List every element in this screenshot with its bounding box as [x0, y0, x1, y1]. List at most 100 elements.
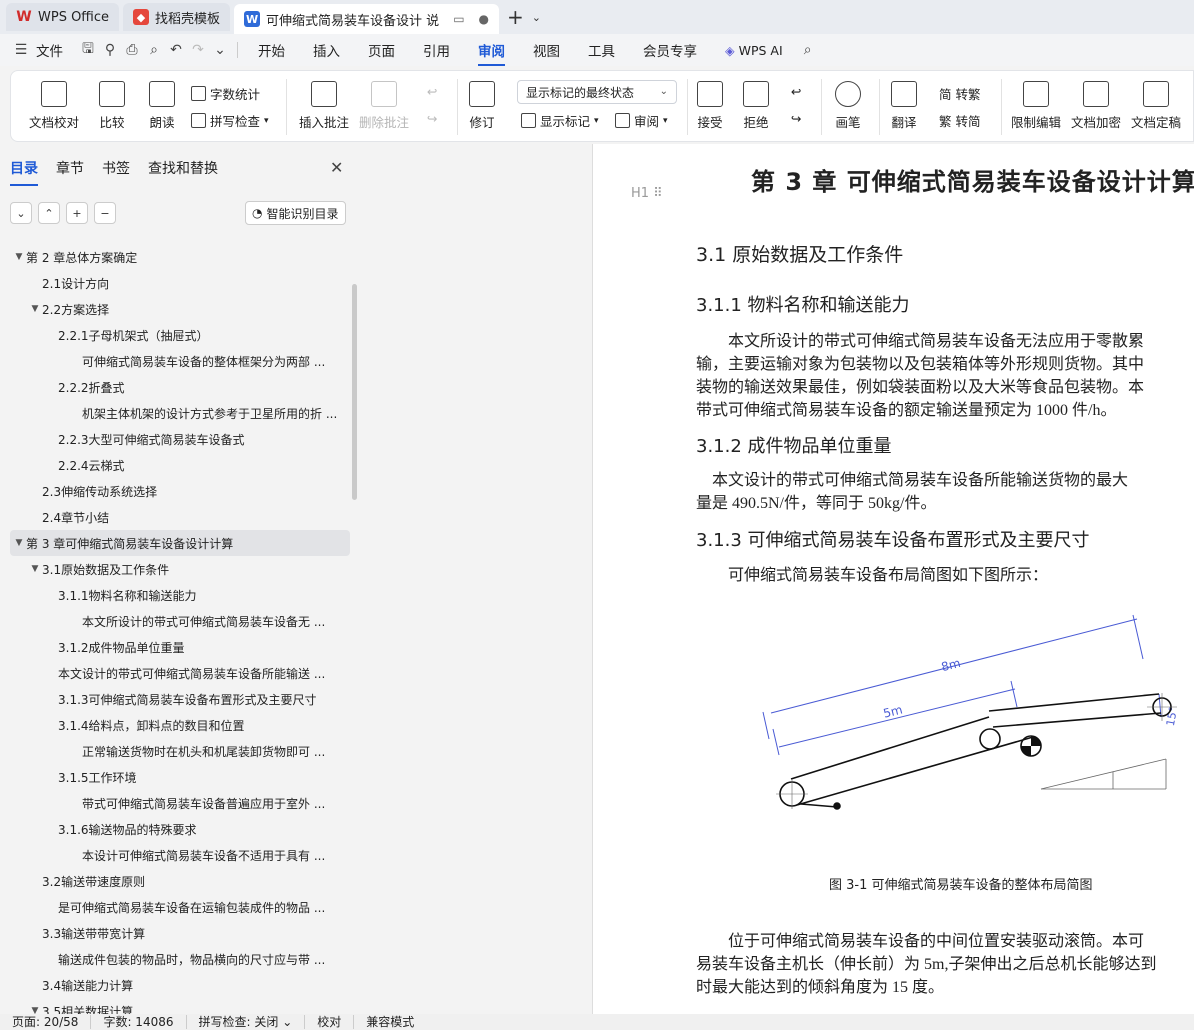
document-page[interactable]: 第 3 章 可伸缩式简易装车设备设计计算 H1 ⠿ 3.1 原始数据及工作条件 …	[592, 144, 1194, 1014]
undo-icon[interactable]: ↶	[165, 42, 187, 58]
menu-home[interactable]: 开始	[244, 40, 299, 60]
accept-button[interactable]: 接受	[697, 81, 723, 131]
menu-tools[interactable]: 工具	[574, 40, 629, 60]
word-count-button[interactable]: 字数统计	[191, 84, 260, 103]
toc-item[interactable]: 2.3伸缩传动系统选择	[10, 478, 350, 504]
print-icon[interactable]: ⎙	[121, 42, 143, 58]
revise-button[interactable]: 修订	[469, 81, 495, 131]
next-change-icon[interactable]: ↪	[791, 111, 801, 126]
toc-item[interactable]: 3.4输送能力计算	[10, 972, 350, 998]
tab-document[interactable]: W 可伸缩式简易装车设备设计 说 ▭ ●	[234, 4, 500, 34]
expand-icon[interactable]: ⌃	[38, 202, 60, 224]
toc-item[interactable]: ▼ 第 2 章总体方案确定	[10, 244, 350, 270]
expand-arrow-icon[interactable]: ▼	[12, 538, 26, 548]
compare-button[interactable]: 比较	[99, 81, 125, 131]
prev-comment-icon[interactable]: ↩	[427, 84, 437, 99]
monitor-icon[interactable]: ▭	[453, 12, 464, 26]
toc-item[interactable]: ▼ 2.2方案选择	[10, 296, 350, 322]
toc-item[interactable]: 3.1.2成件物品单位重量	[10, 634, 350, 660]
expand-arrow-icon[interactable]: ▼	[28, 304, 42, 314]
menu-file[interactable]: 文件	[32, 40, 77, 60]
toc-item[interactable]: 2.2.2折叠式	[10, 374, 350, 400]
status-spell-check[interactable]: 拼写检查: 关闭 ⌄	[187, 1015, 306, 1029]
chevron-down-icon[interactable]: ⌄	[532, 11, 541, 24]
toc-item[interactable]: 输送成件包装的物品时，物品横向的尺寸应与带 ...	[10, 946, 350, 972]
save-icon[interactable]: 🖫	[77, 38, 99, 62]
close-icon[interactable]: ✕	[330, 158, 343, 177]
reject-button[interactable]: 拒绝	[743, 81, 769, 131]
toc-item[interactable]: 可伸缩式简易装车设备的整体框架分为两部 ...	[10, 348, 350, 374]
status-word-count[interactable]: 字数: 14086	[91, 1015, 187, 1029]
insert-comment-button[interactable]: 插入批注	[299, 81, 349, 131]
status-page[interactable]: 页面: 20/58	[0, 1015, 92, 1029]
print-preview-icon[interactable]: ⌕	[143, 42, 165, 58]
toc-item[interactable]: 3.2输送带速度原则	[10, 868, 350, 894]
tab-toc[interactable]: 目录	[10, 158, 38, 186]
tab-modified-dot-icon[interactable]: ●	[479, 12, 489, 26]
show-marks-button[interactable]: 显示标记 ▾	[521, 111, 599, 130]
to-simplified-button[interactable]: 繁 转简	[939, 111, 980, 130]
menu-page[interactable]: 页面	[354, 40, 409, 60]
doc-check-button[interactable]: 文档校对	[29, 81, 79, 131]
toc-item[interactable]: 3.3输送带带宽计算	[10, 920, 350, 946]
menu-insert[interactable]: 插入	[299, 40, 354, 60]
wps-ai-button[interactable]: ◈ WPS AI	[711, 43, 797, 58]
toc-item[interactable]: 2.1设计方向	[10, 270, 350, 296]
tab-find-replace[interactable]: 查找和替换	[148, 158, 218, 178]
tab-bookmarks[interactable]: 书签	[102, 158, 130, 178]
new-tab-icon[interactable]: +	[503, 5, 528, 29]
toc-item[interactable]: 本设计可伸缩式简易装车设备不适用于具有 ...	[10, 842, 350, 868]
read-aloud-button[interactable]: 朗读	[149, 81, 175, 131]
to-traditional-button[interactable]: 简 转繁	[939, 84, 980, 103]
share-icon[interactable]: ⚲	[99, 42, 121, 58]
menu-member[interactable]: 会员专享	[629, 40, 711, 60]
encrypt-button[interactable]: 文档加密	[1071, 81, 1121, 131]
heading-level-marker[interactable]: H1 ⠿	[631, 186, 663, 201]
expand-arrow-icon[interactable]: ▼	[28, 564, 42, 574]
prev-change-icon[interactable]: ↩	[791, 84, 801, 99]
delete-comment-button[interactable]: 删除批注	[359, 81, 409, 131]
toc-item[interactable]: 正常输送货物时在机头和机尾装卸货物即可 ...	[10, 738, 350, 764]
search-icon[interactable]: ⌕	[797, 42, 819, 58]
toc-item[interactable]: 3.1.6输送物品的特殊要求	[10, 816, 350, 842]
status-proof[interactable]: 校对	[305, 1015, 355, 1029]
toc-item[interactable]: ▼ 3.1原始数据及工作条件	[10, 556, 350, 582]
finalize-button[interactable]: 文档定稿	[1131, 81, 1181, 131]
toc-item[interactable]: 本文所设计的带式可伸缩式简易装车设备无 ...	[10, 608, 350, 634]
toc-item[interactable]: 2.2.3大型可伸缩式简易装车设备式	[10, 426, 350, 452]
menu-review[interactable]: 审阅	[464, 40, 519, 66]
toc-item[interactable]: 带式可伸缩式简易装车设备普遍应用于室外 ...	[10, 790, 350, 816]
toc-item[interactable]: 是可伸缩式简易装车设备在运输包装成件的物品 ...	[10, 894, 350, 920]
toc-item[interactable]: 3.1.4给料点，卸料点的数目和位置	[10, 712, 350, 738]
more-chevron-icon[interactable]: ⌄	[209, 42, 231, 58]
toc-item[interactable]: ▼ 第 3 章可伸缩式简易装车设备设计计算	[10, 530, 350, 556]
tab-sections[interactable]: 章节	[56, 158, 84, 178]
add-heading-icon[interactable]: +	[66, 202, 88, 224]
remove-heading-icon[interactable]: −	[94, 202, 116, 224]
toc-item[interactable]: 2.2.4云梯式	[10, 452, 350, 478]
hamburger-icon[interactable]: ☰	[10, 42, 32, 58]
next-comment-icon[interactable]: ↪	[427, 111, 437, 126]
menu-reference[interactable]: 引用	[409, 40, 464, 60]
tab-template[interactable]: ◆ 找稻壳模板	[123, 3, 231, 31]
tab-wps-office[interactable]: W WPS Office	[6, 3, 120, 31]
expand-arrow-icon[interactable]: ▼	[12, 252, 26, 262]
smart-toc-button[interactable]: ◔ 智能识别目录	[245, 201, 346, 225]
toc-item[interactable]: 2.4章节小结	[10, 504, 350, 530]
collapse-icon[interactable]: ⌄	[10, 202, 32, 224]
toc-item[interactable]: 2.2.1子母机架式（抽屉式）	[10, 322, 350, 348]
translate-button[interactable]: 翻译	[891, 81, 917, 131]
display-mode-select[interactable]: 显示标记的最终状态 ⌄	[517, 80, 677, 104]
toc-item[interactable]: 本文设计的带式可伸缩式简易装车设备所能输送 ...	[10, 660, 350, 686]
pane-scrollbar[interactable]	[352, 284, 357, 500]
toc-item[interactable]: 3.1.3可伸缩式简易装车设备布置形式及主要尺寸	[10, 686, 350, 712]
review-pane-button[interactable]: 审阅 ▾	[615, 111, 668, 130]
toc-item[interactable]: 3.1.1物料名称和输送能力	[10, 582, 350, 608]
toc-item[interactable]: 机架主体机架的设计方式参考于卫星所用的折 ...	[10, 400, 350, 426]
redo-icon[interactable]: ↷	[187, 42, 209, 58]
pen-button[interactable]: 画笔	[835, 81, 861, 131]
menu-view[interactable]: 视图	[519, 40, 574, 60]
toc-item[interactable]: 3.1.5工作环境	[10, 764, 350, 790]
restrict-edit-button[interactable]: 限制编辑	[1011, 81, 1061, 131]
spell-check-button[interactable]: 拼写检查 ▾	[191, 111, 269, 130]
